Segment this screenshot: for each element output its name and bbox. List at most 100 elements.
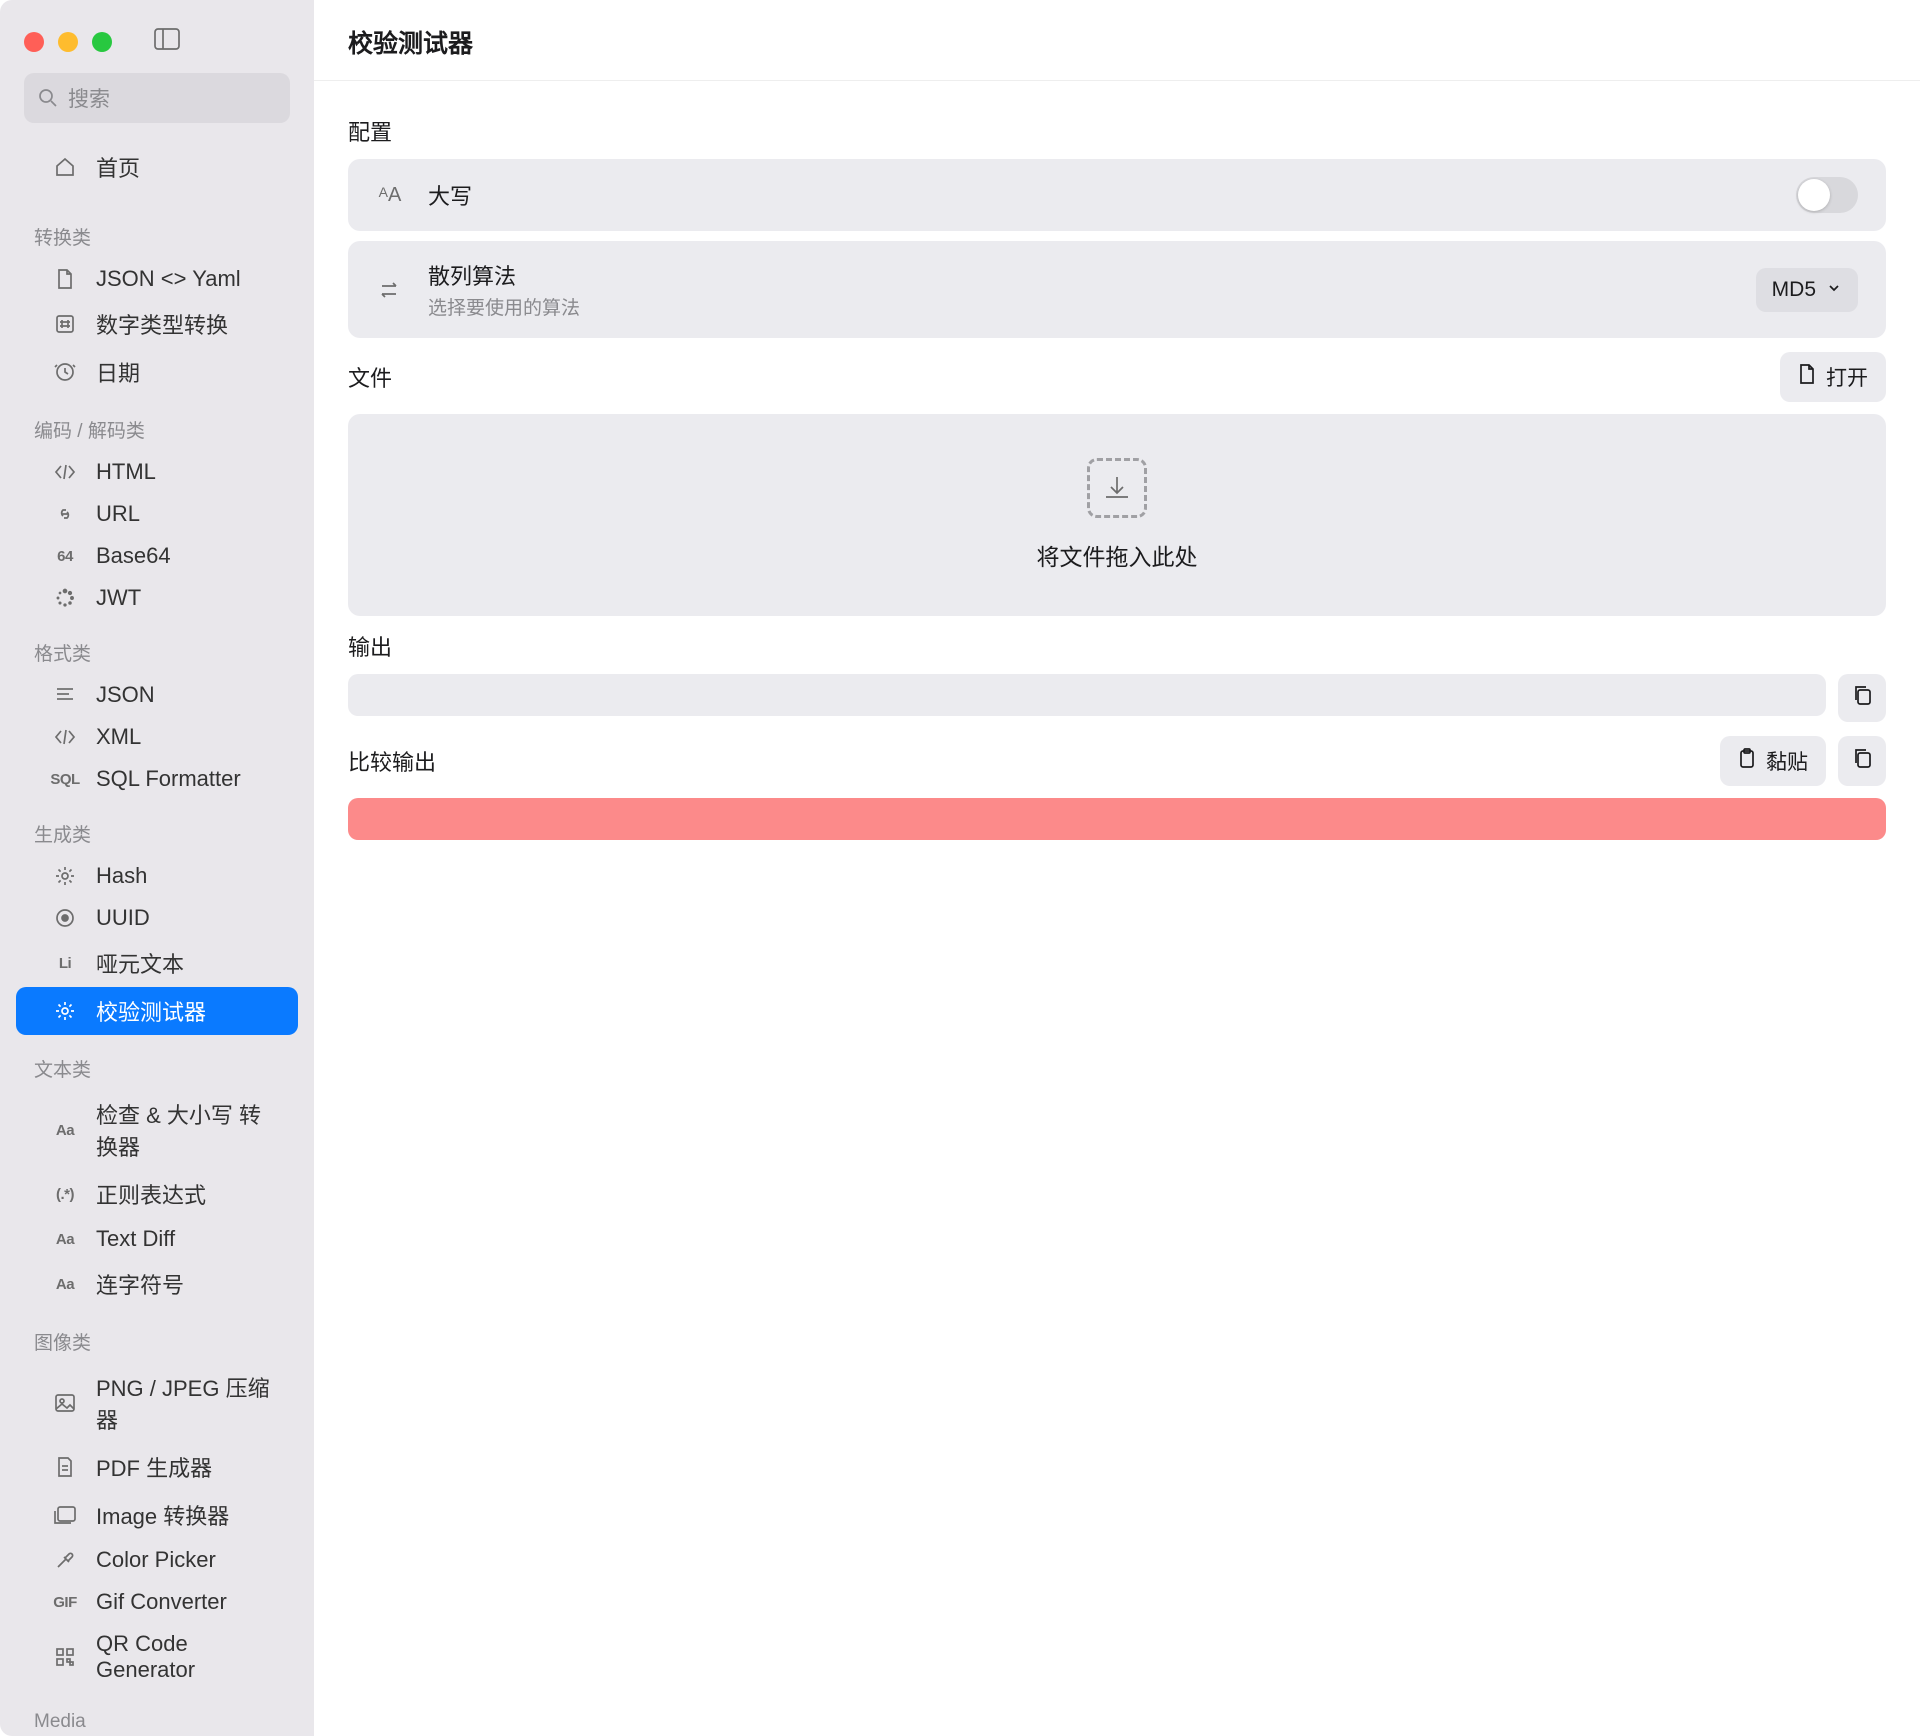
nav-item-label: Base64 [96, 543, 171, 569]
titlebar [0, 14, 314, 73]
config-section-label: 配置 [348, 115, 1886, 147]
qr-icon [52, 1644, 78, 1670]
nav-section-header: 编码 / 解码类 [0, 396, 314, 451]
paste-button[interactable]: 黏贴 [1720, 736, 1826, 786]
compare-field[interactable] [348, 798, 1886, 840]
maximize-window-button[interactable] [92, 32, 112, 52]
page-title: 校验测试器 [348, 24, 1886, 60]
nav-item-uuid[interactable]: UUID [16, 897, 298, 939]
clock-icon [52, 359, 78, 385]
lines-icon [52, 682, 78, 708]
copy-output-button[interactable] [1838, 674, 1886, 722]
open-file-label: 打开 [1826, 362, 1868, 392]
nav-item-hyphen[interactable]: Aa连字符号 [16, 1260, 298, 1308]
nav-item-colorpicker[interactable]: Color Picker [16, 1539, 298, 1581]
file-icon [1798, 364, 1816, 390]
file-section-label: 文件 [348, 361, 392, 393]
aa-icon: Aa [52, 1117, 78, 1143]
search-placeholder: 搜索 [68, 83, 110, 113]
nav-section-header: Media [0, 1691, 314, 1736]
nav-item-json-yaml[interactable]: JSON <> Yaml [16, 258, 298, 300]
nav-item-json[interactable]: JSON [16, 674, 298, 716]
close-window-button[interactable] [24, 32, 44, 52]
uppercase-label: 大写 [428, 179, 1772, 211]
config-uppercase-row: AA 大写 [348, 159, 1886, 231]
images-icon [52, 1502, 78, 1528]
code-icon [52, 459, 78, 485]
sidebar: 搜索 首页 转换类JSON <> Yaml 数字类型转换日期编码 / 解码类HTM… [0, 0, 314, 1736]
hash-icon [52, 311, 78, 337]
nav-item-label: Color Picker [96, 1547, 216, 1573]
minimize-window-button[interactable] [58, 32, 78, 52]
nav-item-label: XML [96, 724, 141, 750]
nav-item-label: 哑元文本 [96, 947, 184, 979]
nav-item-textdiff[interactable]: AaText Diff [16, 1218, 298, 1260]
nav-item-imgconv[interactable]: Image 转换器 [16, 1491, 298, 1539]
nav-item-label: 数字类型转换 [96, 308, 228, 340]
paste-label: 黏贴 [1766, 746, 1808, 776]
nav-item-sql[interactable]: SQLSQL Formatter [16, 758, 298, 800]
gear-icon [52, 863, 78, 889]
nav: 首页 转换类JSON <> Yaml 数字类型转换日期编码 / 解码类HTMLUR… [0, 137, 314, 1736]
nav-item-label: UUID [96, 905, 150, 931]
nav-item-xml[interactable]: XML [16, 716, 298, 758]
main-panel: 校验测试器 配置 AA 大写 散列算法 选择要使用的算法 [314, 0, 1920, 1736]
nav-item-hash[interactable]: Hash [16, 855, 298, 897]
nav-item-label: PNG / JPEG 压缩器 [96, 1371, 274, 1435]
nav-section-header: 图像类 [0, 1308, 314, 1363]
nav-section-header: 生成类 [0, 800, 314, 855]
nav-item-regex[interactable]: (.*)正则表达式 [16, 1170, 298, 1218]
gif-icon: GIF [52, 1589, 78, 1615]
code-icon [52, 724, 78, 750]
sidebar-toggle-icon[interactable] [154, 28, 180, 55]
image-icon [52, 1390, 78, 1416]
eyedrop-icon [52, 1547, 78, 1573]
algorithm-value: MD5 [1772, 278, 1816, 302]
nav-home-label: 首页 [96, 151, 140, 183]
nav-item-label: Gif Converter [96, 1589, 227, 1615]
open-file-button[interactable]: 打开 [1780, 352, 1886, 402]
nav-item-pdf[interactable]: PDF 生成器 [16, 1443, 298, 1491]
nav-home[interactable]: 首页 [16, 143, 298, 191]
main-header: 校验测试器 [314, 0, 1920, 81]
link-icon [52, 501, 78, 527]
file-dropzone[interactable]: 将文件拖入此处 [348, 414, 1886, 616]
nav-item-date[interactable]: 日期 [16, 348, 298, 396]
output-field[interactable] [348, 674, 1826, 716]
nav-item-pngjpeg[interactable]: PNG / JPEG 压缩器 [16, 1363, 298, 1443]
nav-item-qr[interactable]: QR Code Generator [16, 1623, 298, 1691]
target-icon [52, 905, 78, 931]
page-icon [52, 1454, 78, 1480]
b64-icon: 64 [52, 543, 78, 569]
nav-item-label: Text Diff [96, 1226, 175, 1252]
nav-section-header: 转换类 [0, 203, 314, 258]
nav-item-url[interactable]: URL [16, 493, 298, 535]
spinner-icon [52, 585, 78, 611]
nav-item-case[interactable]: Aa 检查 & 大小写 转换器 [16, 1090, 298, 1170]
copy-icon [1852, 684, 1872, 712]
chevron-down-icon [1826, 278, 1842, 302]
search-icon [38, 88, 58, 108]
file-icon [52, 266, 78, 292]
dropzone-label: 将文件拖入此处 [1037, 538, 1198, 572]
nav-item-html[interactable]: HTML [16, 451, 298, 493]
nav-item-base64[interactable]: 64 Base64 [16, 535, 298, 577]
nav-item-jwt[interactable]: JWT [16, 577, 298, 619]
algorithm-sublabel: 选择要使用的算法 [428, 293, 1732, 320]
uppercase-toggle[interactable] [1796, 177, 1858, 213]
traffic-lights [24, 32, 112, 52]
compare-section-label: 比较输出 [348, 745, 436, 777]
nav-item-label: Hash [96, 863, 147, 889]
nav-item-lorem[interactable]: Li哑元文本 [16, 939, 298, 987]
nav-item-label: JWT [96, 585, 141, 611]
nav-item-number-convert[interactable]: 数字类型转换 [16, 300, 298, 348]
nav-item-label: 检查 & 大小写 转换器 [96, 1098, 274, 1162]
search-input[interactable]: 搜索 [24, 73, 290, 123]
nav-item-gif[interactable]: GIF Gif Converter [16, 1581, 298, 1623]
nav-item-checksum[interactable]: 校验测试器 [16, 987, 298, 1035]
nav-section-header: 文本类 [0, 1035, 314, 1090]
copy-compare-button[interactable] [1838, 736, 1886, 786]
nav-section-header: 格式类 [0, 619, 314, 674]
gear-icon [52, 998, 78, 1024]
algorithm-select[interactable]: MD5 [1756, 268, 1858, 312]
